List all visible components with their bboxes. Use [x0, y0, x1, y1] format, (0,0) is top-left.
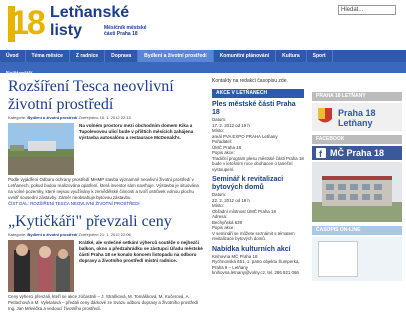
- widget-heading: ČASOPIS ON-LINE: [312, 226, 402, 235]
- event-details: Datum: 17. 2. 2012 od 19 h Místo: areál PVA…: [212, 117, 304, 172]
- nav-item[interactable]: Sport: [307, 50, 333, 62]
- contact-link[interactable]: Kontakty na redakci časopisu zde.: [212, 78, 304, 85]
- main-content: Rozšíření Tesca neovlivní životní prostř…: [8, 78, 204, 312]
- nav-item[interactable]: Z radnice: [70, 50, 106, 62]
- main-nav: Úvod Téma měsíce Z radnice Doprava Bydlení a…: [0, 50, 406, 62]
- widget-heading: FACEBOOK: [312, 135, 402, 144]
- magazine-cover[interactable]: [318, 241, 358, 277]
- building-photo[interactable]: [312, 162, 402, 222]
- praha18-widget[interactable]: Praha 18 Letňany: [312, 103, 402, 131]
- right-sidebar: PRAHA 18 LETŇANY Praha 18 Letňany FACEBO…: [312, 92, 402, 281]
- nav-item[interactable]: Komunitní plánování: [214, 50, 277, 62]
- logo-subtitle: Měsíčník městské části Praha 18: [104, 25, 147, 37]
- widget-heading: PRAHA 18 LETŇANY: [312, 92, 402, 101]
- sub-nav: Nejčtenější: [0, 62, 406, 77]
- events-column: Kontakty na redakci časopisu zde. AKCE V…: [212, 78, 304, 280]
- event-details: Datum: 22. 2. 2012 od 18 h Místo: Obřadní m…: [212, 192, 304, 242]
- article-body: Podle vyjádření Odboru ochrany prostředí…: [8, 177, 199, 200]
- coat-of-arms-icon: [318, 108, 332, 123]
- facebook-icon: f: [316, 148, 326, 158]
- meta-category[interactable]: Bydlení a životní prostředí: [27, 232, 77, 237]
- event-detail-line: Tradiční program plesu městské části Pra…: [212, 155, 304, 172]
- events-heading: AKCE V LETŇANECH: [212, 89, 304, 98]
- article: „Kytičkáři" převzali ceny Kategorie: Byd…: [8, 213, 204, 312]
- event-detail-line: knihovna.letnany@volny.cz, tel. 286 921 …: [212, 270, 299, 275]
- logo-title-line1[interactable]: Letňanské: [50, 4, 129, 21]
- header: 18 Letňanské listy Měsíčník městské část…: [0, 0, 406, 50]
- logo-number[interactable]: 18: [10, 3, 46, 43]
- online-magazine-widget[interactable]: [312, 237, 402, 281]
- meta-date: Zveřejněno 16. 1. 2012 22:13: [78, 115, 131, 120]
- nav-item[interactable]: Kultura: [276, 50, 307, 62]
- nav-item[interactable]: Téma měsíce: [26, 50, 70, 62]
- article-meta: Kategorie: Bydlení a životní prostředí Z…: [8, 232, 204, 237]
- article-title[interactable]: Rozšíření Tesca neovlivní životní prostř…: [8, 78, 204, 114]
- event-title[interactable]: Nabídka kulturních akcí: [212, 246, 304, 254]
- nav-item[interactable]: Doprava: [105, 50, 139, 62]
- event-detail-line: Rychnovská 651, 1. patro objektu Šumperk…: [212, 259, 300, 270]
- meta-prefix: Kategorie:: [8, 232, 27, 237]
- event-detail-line: V semináři se můžete seznámit s tématem …: [212, 230, 295, 242]
- article-body: Ceny výherci převzali, kteří se akce zúč…: [8, 294, 199, 311]
- logo-title-line2[interactable]: listy: [50, 22, 82, 39]
- article: Rozšíření Tesca neovlivní životní prostř…: [8, 78, 204, 207]
- read-more-link[interactable]: ČÍST DÁL: ROZŠÍŘENÍ TESCA NEOVLIVNÍ ŽIVO…: [8, 201, 204, 207]
- meta-category[interactable]: Bydlení a životní prostředí: [27, 115, 77, 120]
- widget-praha18-text: Praha 18: [338, 108, 376, 118]
- search-input[interactable]: Hledat...: [338, 5, 396, 15]
- article-image[interactable]: [8, 123, 74, 175]
- article-image[interactable]: [8, 240, 74, 292]
- event-title[interactable]: Ples městské části Praha 18: [212, 101, 304, 117]
- meta-prefix: Kategorie:: [8, 115, 27, 120]
- event-title[interactable]: Seminář k revitalizaci bytových domů: [212, 176, 304, 192]
- facebook-label: MČ Praha 18: [330, 148, 385, 158]
- meta-date: Zveřejněno 21. 1. 2012 22:06: [78, 232, 131, 237]
- article-meta: Kategorie: Bydlení a životní prostředí Z…: [8, 115, 204, 120]
- widget-letnany-text: Letňany: [338, 118, 373, 128]
- facebook-widget[interactable]: f MČ Praha 18: [312, 146, 402, 160]
- nav-item[interactable]: Úvod: [0, 50, 26, 62]
- article-title[interactable]: „Kytičkáři" převzali ceny: [8, 213, 204, 231]
- event-details: Knihovna MČ Praha 18 Rychnovská 651, 1. p…: [212, 254, 304, 276]
- nav-item[interactable]: Bydlení a životní prostředí: [138, 50, 214, 62]
- events-list: Ples městské části Praha 18 Datum: 17. 2. …: [212, 101, 304, 276]
